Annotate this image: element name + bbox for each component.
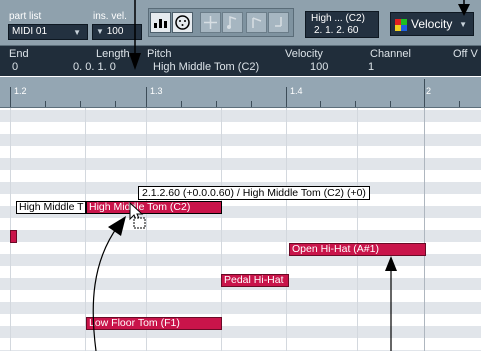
ruler-subtick <box>115 101 116 107</box>
grid-lane <box>0 326 481 338</box>
pitch-icon <box>227 15 237 29</box>
grid-line <box>357 108 358 351</box>
mouse-position-display: High ... (C2) 2. 1. 2. 60 <box>305 11 379 38</box>
ruler-subtick <box>216 101 217 107</box>
ruler-label: 2 <box>426 86 432 96</box>
ruler-tick <box>424 79 425 107</box>
midi-input-button[interactable] <box>172 12 193 33</box>
grid-line <box>221 108 222 351</box>
ruler-subtick <box>80 101 81 107</box>
grid-lane <box>0 110 481 122</box>
end-value[interactable]: 0 <box>12 61 18 73</box>
controller-select-value: Velocity <box>411 17 453 31</box>
velocity-value[interactable]: 100 <box>310 61 328 73</box>
ruler-label: 1.4 <box>290 86 303 96</box>
ruler-label: 1.3 <box>150 86 163 96</box>
ins-vel-label: ins. vel. <box>93 11 127 22</box>
pitch-value[interactable]: High Middle Tom (C2) <box>153 61 259 73</box>
midi-input-icon <box>175 15 190 30</box>
ruler-subtick <box>320 101 321 107</box>
ruler-subtick <box>251 101 252 107</box>
grid-lane <box>0 158 481 170</box>
grid-lane <box>0 134 481 146</box>
channel-value[interactable]: 1 <box>368 61 374 73</box>
note-ghost-original[interactable]: High Middle T <box>16 201 86 214</box>
length-value[interactable]: 0. 0. 1. 0 <box>73 61 116 73</box>
ruler-subtick <box>45 101 46 107</box>
toolbar: part list MIDI 01 ▼ ins. vel. ▼ 100 High… <box>0 0 481 46</box>
grid-line <box>146 108 147 351</box>
grid-lane <box>0 230 481 242</box>
col-length: Length <box>96 48 130 60</box>
part-list-label: part list <box>9 11 42 22</box>
note-low-floor-tom[interactable]: Low Floor Tom (F1) <box>86 317 222 330</box>
dropdown-arrow-icon: ▼ <box>73 28 81 37</box>
grid-line <box>85 108 86 351</box>
grid-line <box>286 108 287 351</box>
ruler-subtick <box>459 101 460 107</box>
ruler[interactable]: 1.2 1.3 1.4 2 <box>0 77 481 108</box>
ruler-subtick <box>181 101 182 107</box>
part-list-value: MIDI 01 <box>12 26 48 37</box>
ruler-tick <box>10 87 11 107</box>
col-pitch: Pitch <box>147 48 172 60</box>
pitch-button[interactable] <box>222 12 243 33</box>
ruler-label: 1.2 <box>14 86 27 96</box>
step-input-icon <box>154 19 167 28</box>
col-end: End <box>9 48 29 60</box>
drag-tooltip: 2.1.2.60 (+0.0.0.60) / High Middle Tom (… <box>138 186 370 200</box>
note-off-button[interactable] <box>268 12 289 33</box>
info-line: End Length Pitch Velocity Channel Off V … <box>0 46 481 76</box>
note-dragged[interactable]: High Middle Tom (C2) <box>86 201 222 214</box>
controller-select[interactable]: Velocity ▼ <box>390 12 474 36</box>
grid-lane <box>0 302 481 314</box>
ruler-subtick <box>355 101 356 107</box>
move-insert-button[interactable] <box>200 12 221 33</box>
note-off-icon <box>275 17 282 27</box>
move-insert-icon <box>204 16 217 29</box>
dropdown-arrow-icon: ▼ <box>459 20 467 29</box>
ins-vel-value: 100 <box>106 26 124 37</box>
ruler-tick <box>146 87 147 107</box>
grid-bar-line <box>424 108 425 351</box>
position-pitch: High ... (C2) <box>311 13 365 24</box>
step-input-button[interactable] <box>150 12 171 33</box>
col-velocity: Velocity <box>285 48 323 60</box>
col-off-velocity: Off V <box>453 48 478 60</box>
note-open-hihat[interactable]: Open Hi-Hat (A#1) <box>289 243 426 256</box>
drum-note-grid[interactable] <box>0 108 481 351</box>
note-on-icon <box>252 17 262 28</box>
note-partial[interactable] <box>10 230 17 243</box>
ins-vel-field[interactable]: ▼ 100 <box>92 24 142 40</box>
note-on-button[interactable] <box>246 12 267 33</box>
col-channel: Channel <box>370 48 411 60</box>
dropdown-arrow-icon: ▼ <box>96 27 104 36</box>
ruler-subtick <box>390 101 391 107</box>
position-time: 2. 1. 2. 60 <box>314 25 359 36</box>
note-pedal-hihat[interactable]: Pedal Hi-Hat <box>221 274 289 287</box>
part-list-select[interactable]: MIDI 01 ▼ <box>8 24 88 40</box>
velocity-color-icon <box>395 19 407 31</box>
ruler-tick <box>286 87 287 107</box>
